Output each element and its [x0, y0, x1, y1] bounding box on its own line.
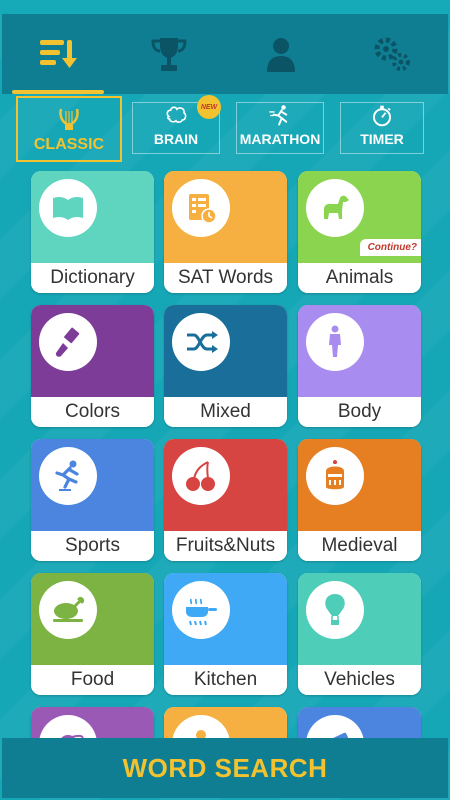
knight-helmet-icon [326, 460, 344, 490]
category-food[interactable]: Food [31, 573, 154, 695]
tile-icon-circle [306, 447, 364, 505]
trophy-icon [151, 38, 187, 71]
category-dictionary[interactable]: Dictionary [31, 171, 154, 293]
pin-icon [196, 730, 206, 738]
mode-classic[interactable]: CLASSIC [16, 96, 122, 162]
tab-achievements[interactable] [114, 14, 226, 94]
tile-icon-circle [39, 179, 97, 237]
human-body-icon [329, 325, 341, 357]
tile-label: Food [31, 665, 154, 695]
category-sat-words[interactable]: SAT Words [164, 171, 287, 293]
paintbrush-icon [55, 327, 80, 357]
tile-icon-circle [39, 447, 97, 505]
brain-icon [166, 106, 187, 123]
mode-brain-label: BRAIN [153, 131, 199, 147]
tile-label: SAT Words [164, 263, 287, 293]
tile-label: Kitchen [164, 665, 287, 695]
roast-chicken-icon [53, 596, 85, 622]
tile-icon-circle [172, 581, 230, 639]
category-tile-partial[interactable] [164, 707, 287, 738]
category-medieval[interactable]: Medieval [298, 439, 421, 561]
mode-selector: CLASSIC BRAIN NEW MARATHON TIMER [14, 95, 434, 162]
shuffle-icon [187, 331, 218, 353]
tab-profile[interactable] [225, 14, 337, 94]
app-screen: CLASSIC BRAIN NEW MARATHON TIMER Diction… [0, 0, 450, 800]
mode-classic-label: CLASSIC [33, 136, 105, 153]
app-title: WORD SEARCH [122, 752, 328, 783]
category-tile-partial[interactable] [31, 707, 154, 738]
mode-marathon-label: MARATHON [239, 131, 321, 147]
footer-bar: WORD SEARCH [2, 738, 448, 798]
skater-icon [55, 460, 79, 491]
category-grid: Dictionary SAT Words Continue? Animals C… [0, 168, 450, 738]
category-animals[interactable]: Continue? Animals [298, 171, 421, 293]
tile-label: Fruits&Nuts [164, 531, 287, 561]
category-fruits-nuts[interactable]: Fruits&Nuts [164, 439, 287, 561]
category-sports[interactable]: Sports [31, 439, 154, 561]
telescope-icon [324, 732, 348, 738]
tile-icon-circle [306, 313, 364, 371]
settings-gears-icon [374, 37, 411, 71]
tile-icon-circle [306, 179, 364, 237]
tile-label: Dictionary [31, 263, 154, 293]
hot-air-balloon-icon [325, 594, 345, 625]
profile-icon [266, 38, 295, 72]
tile-icon-circle [39, 581, 97, 639]
lyre-icon [59, 108, 79, 130]
mode-brain[interactable]: BRAIN NEW [132, 95, 221, 154]
runner-icon [269, 105, 288, 126]
tile-icon-circle [39, 313, 97, 371]
category-vehicles[interactable]: Vehicles [298, 573, 421, 695]
tab-settings[interactable] [337, 14, 449, 94]
mode-timer[interactable]: TIMER [340, 102, 424, 154]
category-kitchen[interactable]: Kitchen [164, 573, 287, 695]
stopwatch-icon [372, 105, 392, 127]
list-sort-icon [39, 40, 77, 68]
tile-label: Mixed [164, 397, 287, 427]
tile-icon-circle [172, 313, 230, 371]
tile-label: Animals [298, 263, 421, 293]
planet-icon [52, 734, 84, 738]
worksheet-icon [189, 194, 217, 224]
status-strip [0, 0, 450, 14]
tile-icon-circle [172, 179, 230, 237]
new-badge: NEW [197, 95, 221, 119]
mode-marathon[interactable]: MARATHON [236, 102, 324, 154]
tile-label: Medieval [298, 531, 421, 561]
category-body[interactable]: Body [298, 305, 421, 427]
tile-label: Body [298, 397, 421, 427]
cherries-icon [186, 461, 215, 491]
tile-icon-circle [172, 447, 230, 505]
continue-tag[interactable]: Continue? [359, 239, 421, 256]
mode-timer-label: TIMER [360, 131, 404, 147]
tab-categories[interactable] [2, 14, 114, 94]
category-colors[interactable]: Colors [31, 305, 154, 427]
tile-label: Colors [31, 397, 154, 427]
tile-icon-circle [306, 581, 364, 639]
tile-label: Vehicles [298, 665, 421, 695]
top-navigation [2, 14, 448, 94]
dog-icon [324, 195, 349, 219]
frying-pan-icon [186, 598, 217, 626]
active-tab-indicator [12, 90, 104, 94]
category-tile-partial[interactable] [298, 707, 421, 738]
category-mixed[interactable]: Mixed [164, 305, 287, 427]
tile-label: Sports [31, 531, 154, 561]
book-icon [53, 196, 83, 220]
